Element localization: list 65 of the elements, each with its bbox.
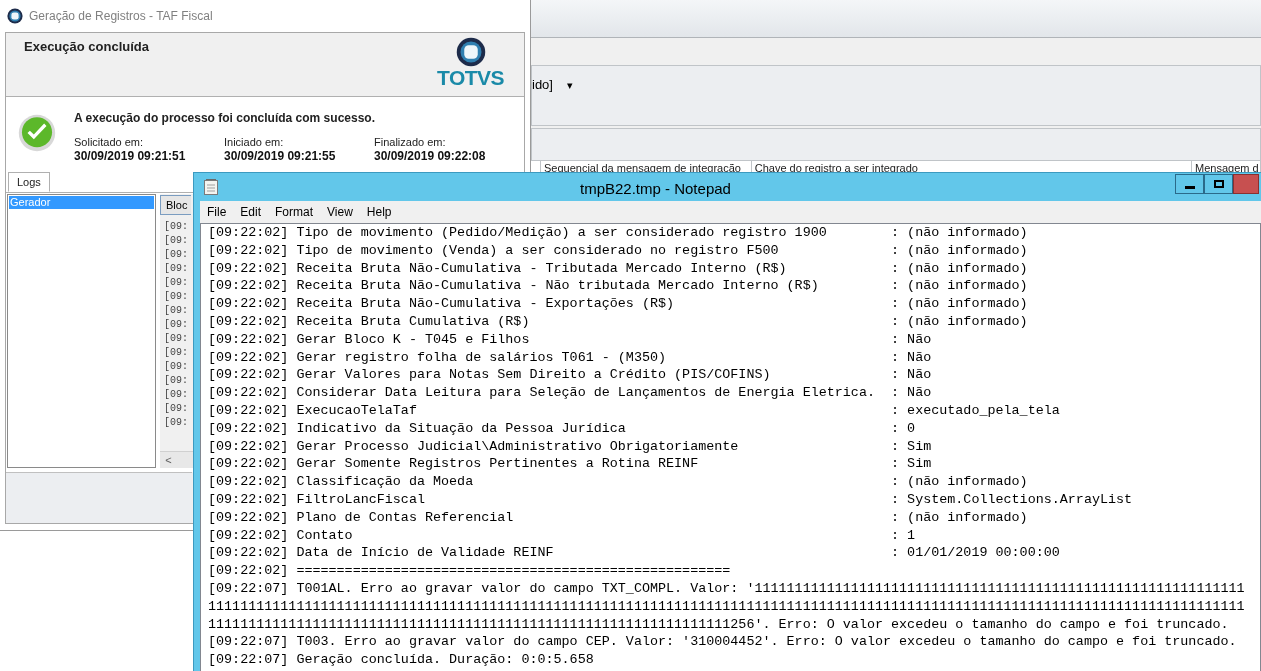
log-line: [09:22:07] T001AL. Erro ao gravar valor do campo TXT_COMPL. Valor: '111111111111111111111111111111111111111111111111111111111111111111111111111111111111111111111111111111111111111111111111111111111111111111111111111111111111111111111111111111111111111111111111111111111111111111111111111111111111111111111111111111111111111256'. Erro: O valor excedeu o tamanho do campo e foi truncado. (208, 579, 1245, 634)
log-line: [09: (164, 332, 188, 346)
logo-text: TOTVS (437, 67, 504, 89)
logo-icon (455, 37, 486, 67)
log-line: [09: (164, 388, 188, 402)
block-button[interactable]: Bloc (160, 195, 191, 215)
log-line: [09: (164, 360, 188, 374)
log-line: [09: (164, 416, 188, 430)
log-line: [09: (164, 304, 188, 318)
log-line: [09:22:07] T003. Erro ao gravar valor do campo CEP. Valor: '310004452'. Erro: O valor excedeu o tamanho do campo e foi truncado. (208, 633, 1238, 652)
log-line: [09:22:07] Geração concluída. Duração: 0:0:5.658 (208, 651, 595, 669)
log-line: [09:22:02] Receita Bruta Não-Cumulativa - Não tributada Mercado Interno (R$) : (não informado) (208, 277, 1029, 296)
log-line: [09: (164, 346, 188, 360)
log-line: [09:22:02] Gerar Processo Judicial\Administrativo Obrigatoriamente : Sim (208, 437, 933, 456)
log-line: [09: (164, 262, 188, 276)
time-value: 30/09/2019 09:21:51 (74, 149, 187, 163)
logs-tab[interactable]: Logs (8, 172, 50, 192)
log-line: [09: (164, 402, 188, 416)
log-line: [09:22:02] Receita Bruta Não-Cumulativa - Tributada Mercado Interno (R$) : (não informado) (208, 259, 1029, 278)
log-line: [09: (164, 220, 188, 234)
dropdown-arrow-icon[interactable]: ▾ (566, 76, 573, 93)
log-line: [09:22:02] Tipo de movimento (Pedido/Medição) a ser considerado registro 1900 : (não informado) (208, 224, 1029, 242)
time-label: Iniciado em: (224, 136, 285, 149)
log-line: [09:22:02] Gerar Somente Registros Pertinentes a Rotina REINF : Sim (208, 455, 933, 474)
log-line: [09:22:02] Classificação da Moeda : (não informado) (208, 473, 1029, 491)
log-line: [09: (164, 248, 188, 262)
log-line: [09:22:02] Gerar Valores para Notas Sem Direito a Crédito (PIS/COFINS) : Não (208, 366, 933, 385)
log-line: [09:22:02] Gerar registro folha de salários T061 - (M350) : Não (208, 348, 933, 367)
menu-item[interactable]: View (320, 203, 360, 221)
log-line: [09:22:02] Receita Bruta Não-Cumulativa - Exportações (R$) : (não informado) (208, 295, 1029, 313)
scroll-left-button[interactable]: < (160, 451, 177, 469)
window-title: tmpB22.tmp - Notepad (580, 179, 731, 199)
minimize-button[interactable] (1175, 174, 1204, 194)
log-line: [09:22:02] Contato : 1 (208, 526, 917, 545)
log-line: [09:22:02] Plano de Contas Referencial : (não informado) (208, 508, 1029, 527)
log-line: [09: (164, 234, 188, 248)
time-label: Solicitado em: (74, 136, 145, 149)
log-line: [09: (164, 290, 188, 304)
log-line: [09:22:02] Tipo de movimento (Venda) a ser considerado no registro F500 : (não informado) (208, 241, 1029, 260)
log-line: [09: (164, 374, 188, 388)
notepad-icon (204, 179, 218, 195)
combo-box[interactable]: ido] ▾ (532, 75, 573, 95)
log-line: [09:22:02] Indicativo da Situação da Pessoa Jurídica : 0 (208, 419, 917, 438)
window-title: Geração de Registros - TAF Fiscal (29, 8, 213, 25)
menu-item[interactable]: Help (359, 203, 399, 221)
log-line: [09: (164, 318, 188, 332)
time-value: 30/09/2019 09:22:08 (374, 149, 487, 163)
log-line: [09:22:02] Data de Início de Validade REINF : 01/01/2019 00:00:00 (208, 544, 1061, 563)
dialog-heading: Execução concluída (24, 38, 149, 56)
text-area[interactable] (200, 223, 1261, 671)
time-value: 30/09/2019 09:21:55 (224, 149, 337, 163)
success-message: A execução do processo foi concluída com sucesso. (74, 110, 376, 127)
log-line: [09:22:02] FiltroLancFiscal : System.Collections.ArrayList (208, 490, 1134, 509)
log-line: [09:22:02] Considerar Data Leitura para Seleção de Lançamentos de Energia Eletrica. : Não (208, 384, 933, 402)
log-line: [09:22:02] Receita Bruta Cumulativa (R$) : (não informado) (208, 313, 1029, 331)
log-line: [09:22:02] Gerar Bloco K - T045 e Filhos : Não (208, 330, 933, 349)
menu-item[interactable]: Format (268, 203, 321, 221)
menu-item[interactable]: Edit (233, 203, 269, 221)
log-line: [09:22:02] ====================================================== (208, 562, 732, 580)
app-icon (7, 8, 23, 24)
maximize-button[interactable] (1204, 174, 1233, 194)
time-label: Finalizado em: (374, 136, 447, 149)
menu-item[interactable]: File (200, 203, 234, 221)
log-line: [09:22:02] ExecucaoTelaTaf : executado_pela_tela (208, 401, 1061, 420)
log-line: [09: (164, 276, 188, 290)
